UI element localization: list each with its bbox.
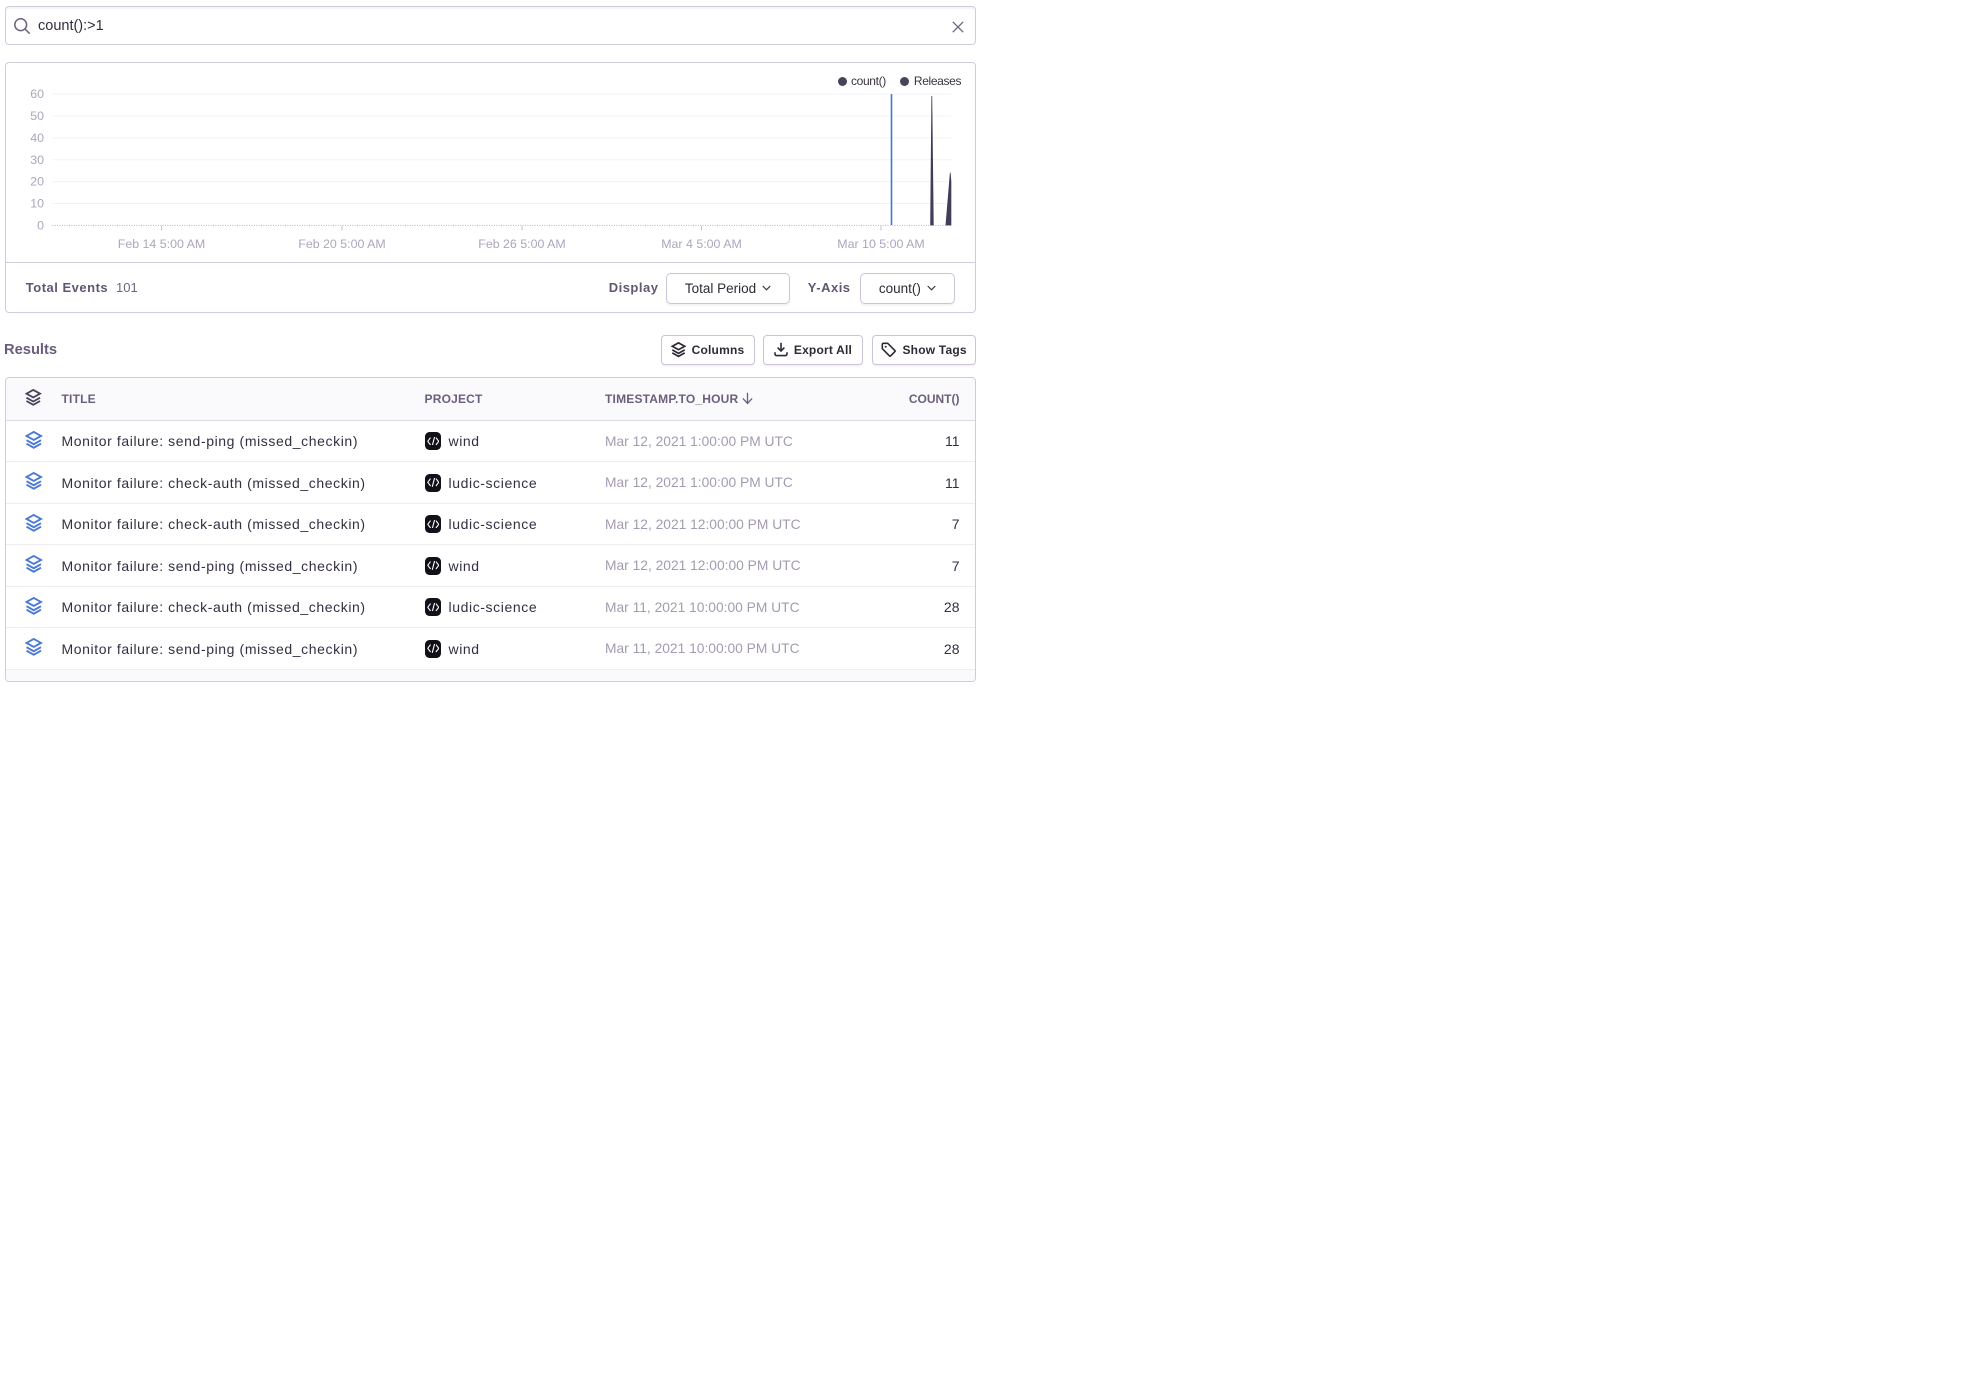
svg-text:20: 20 xyxy=(30,175,44,189)
svg-text:50: 50 xyxy=(30,109,44,123)
svg-text:Mar 10 5:00 AM: Mar 10 5:00 AM xyxy=(837,237,924,251)
svg-text:Feb 20 5:00 AM: Feb 20 5:00 AM xyxy=(298,237,385,251)
svg-text:30: 30 xyxy=(30,153,44,167)
svg-text:60: 60 xyxy=(30,87,44,101)
svg-text:Feb 14 5:00 AM: Feb 14 5:00 AM xyxy=(117,237,204,251)
svg-text:Feb 26 5:00 AM: Feb 26 5:00 AM xyxy=(478,237,565,251)
svg-text:10: 10 xyxy=(30,197,44,211)
svg-text:0: 0 xyxy=(37,219,44,233)
svg-text:Mar 4 5:00 AM: Mar 4 5:00 AM xyxy=(661,237,742,251)
svg-text:40: 40 xyxy=(30,131,44,145)
